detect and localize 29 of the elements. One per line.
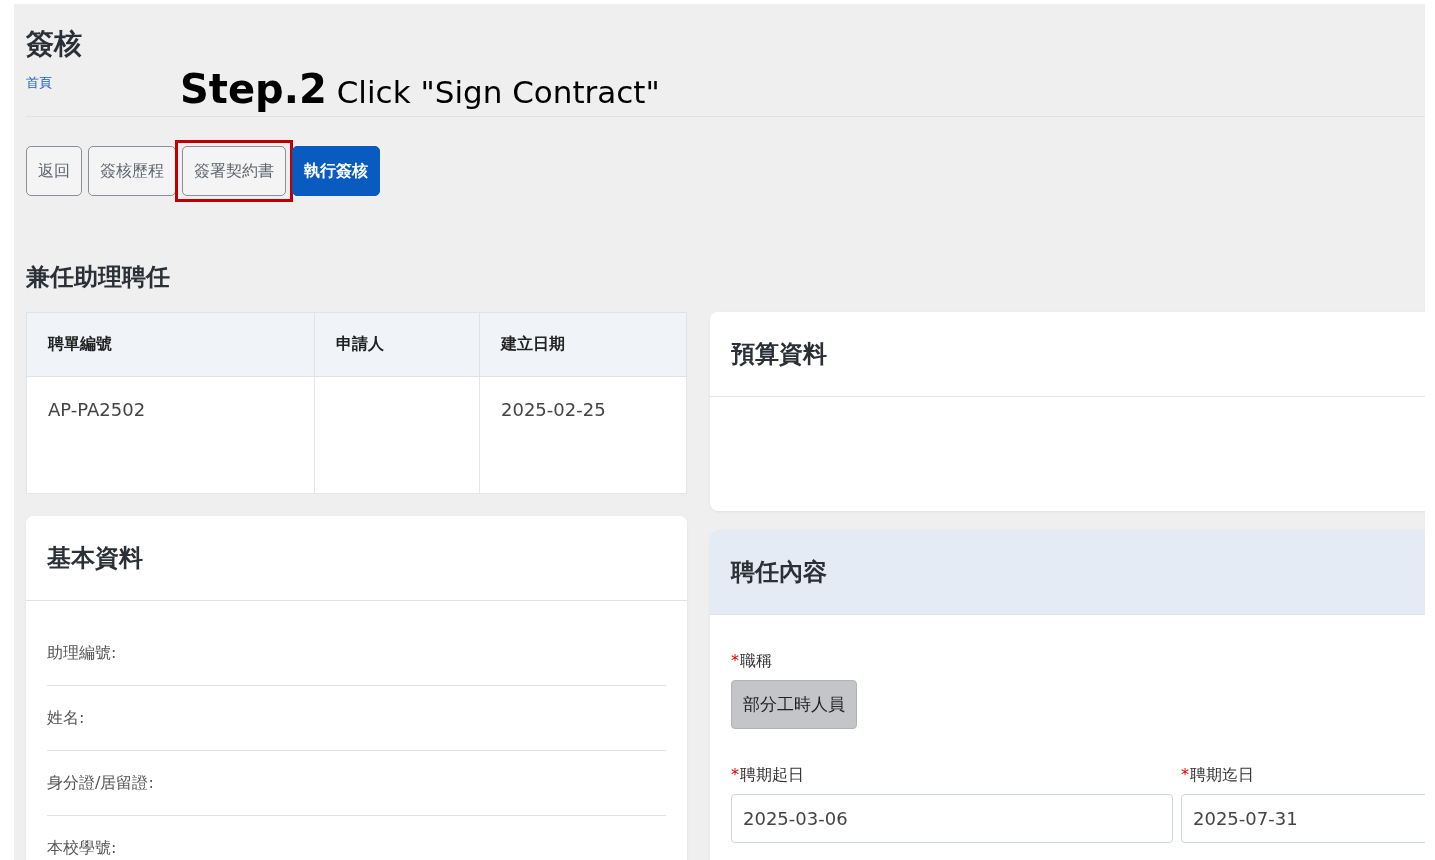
field-label: 身分證/居留證: (47, 772, 154, 794)
page-title: 簽核 (26, 26, 83, 62)
field-label: 助理編號: (47, 642, 117, 664)
table-cell: 2025-02-25 (479, 376, 687, 494)
required-mark: * (1181, 765, 1189, 784)
annotation-text: Step.2 Click "Sign Contract" (180, 66, 660, 112)
section-title: 兼任助理聘任 (26, 262, 171, 293)
column-header: 申請人 (314, 312, 480, 377)
column-header: 建立日期 (479, 312, 687, 377)
job-title-value: 部分工時人員 (731, 680, 857, 729)
action-button[interactable]: 簽核歷程 (88, 146, 176, 196)
date-field[interactable]: 2025-07-31 (1181, 794, 1425, 843)
action-button[interactable]: 執行簽核 (292, 146, 380, 196)
required-mark: * (731, 651, 739, 670)
required-mark: * (731, 765, 739, 784)
field-label: *職稱 (731, 651, 773, 672)
field-label: *聘期起日 (731, 765, 805, 786)
breadcrumb-link[interactable]: 首頁 (26, 74, 52, 92)
card-title: 預算資料 (731, 339, 827, 370)
date-field[interactable]: 2025-03-06 (731, 794, 1173, 843)
table-cell: AP-PA2502 (26, 376, 315, 494)
field-label: 本校學號: (47, 837, 117, 859)
field-label: *聘期迄日 (1181, 765, 1255, 786)
action-button[interactable]: 簽署契約書 (182, 146, 286, 196)
column-header: 聘單編號 (26, 312, 315, 377)
card-title: 基本資料 (47, 543, 143, 574)
action-button[interactable]: 返回 (26, 146, 82, 196)
card-title: 聘任內容 (731, 557, 827, 588)
field-label: 姓名: (47, 707, 85, 729)
